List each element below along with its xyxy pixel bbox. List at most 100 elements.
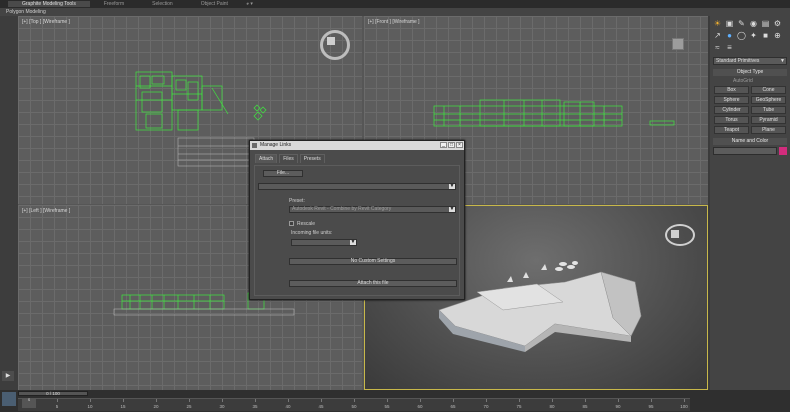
ribbon-options-menu[interactable]: ◕ ▾ — [242, 1, 257, 7]
object-color-swatch[interactable] — [779, 147, 787, 155]
timeline-tick — [354, 399, 355, 402]
sphere-button[interactable]: Sphere — [714, 96, 749, 104]
timeline-tick — [552, 399, 553, 402]
manage-links-dialog: Manage Links _ □ × Attach Files Presets … — [249, 140, 465, 300]
rescale-label: Rescale — [297, 221, 316, 227]
timeline-tick-label: 95 — [648, 404, 654, 409]
plane-button[interactable]: Plane — [751, 126, 786, 134]
tab-files[interactable]: Files — [279, 154, 298, 163]
object-name-field[interactable] — [713, 147, 777, 155]
ribbon-subpanel: Polygon Modeling — [0, 8, 790, 16]
tab-presets[interactable]: Presets — [299, 154, 325, 163]
viewcube-top[interactable] — [320, 30, 350, 60]
category-dropdown-value: Standard Primitives — [716, 58, 760, 64]
maximize-button[interactable]: □ — [448, 142, 455, 148]
timeline-tick-label: 65 — [450, 404, 456, 409]
timeline-tick-label: 30 — [219, 404, 225, 409]
systems-icon[interactable]: ≡ — [725, 43, 734, 52]
chevron-down-icon: ▼ — [350, 239, 356, 245]
torus-button[interactable]: Torus — [714, 116, 749, 124]
timeline-tick-label: 25 — [186, 404, 192, 409]
spacewarps-icon[interactable]: ≈ — [713, 43, 722, 52]
cone-button[interactable]: Cone — [751, 86, 786, 94]
minimize-button[interactable]: _ — [440, 142, 447, 148]
timeline-tick — [90, 399, 91, 402]
left-toolbar — [0, 16, 18, 390]
tab-freeform[interactable]: Freeform — [90, 1, 138, 7]
file-dropdown[interactable]: ▼ — [258, 183, 456, 190]
time-slider[interactable]: 0 / 100 — [18, 391, 88, 396]
tube-button[interactable]: Tube — [751, 106, 786, 114]
utilities-icon[interactable]: ⚙ — [773, 19, 782, 28]
no-custom-settings-button[interactable]: No Custom Settings — [289, 258, 457, 265]
timeline-tick — [420, 399, 421, 402]
name-and-color-row — [713, 147, 787, 155]
attach-panel: File... ▼ Preset: Autodesk Revit - Combi… — [254, 165, 460, 296]
sun-light-icon[interactable]: ☀ — [713, 19, 722, 28]
timeline-tick — [288, 399, 289, 402]
file-button[interactable]: File... — [263, 170, 303, 177]
set-key-button[interactable]: S — [22, 398, 36, 408]
timeline-tick — [453, 399, 454, 402]
tab-attach[interactable]: Attach — [255, 154, 278, 163]
timeline-tick-label: 100 — [680, 404, 688, 409]
hierarchy-icon[interactable]: ◉ — [749, 19, 758, 28]
timeline: 0 / 100 05101520253035404550556065707580… — [0, 390, 790, 412]
timeline-tick — [321, 399, 322, 402]
category-dropdown[interactable]: Standard Primitives ▼ — [713, 57, 787, 65]
timeline-tick-label: 70 — [483, 404, 489, 409]
timeline-tick-label: 50 — [351, 404, 357, 409]
cylinder-button[interactable]: Cylinder — [714, 106, 749, 114]
object-type-rollout[interactable]: Object Type — [713, 69, 787, 76]
timeline-tick — [618, 399, 619, 402]
chevron-down-icon: ▼ — [780, 58, 785, 64]
attach-file-button[interactable]: Attach this file — [289, 280, 457, 287]
tab-object-paint[interactable]: Object Paint — [187, 1, 242, 7]
timeline-tick — [156, 399, 157, 402]
timeline-tick — [57, 399, 58, 402]
timeline-tick-label: 35 — [252, 404, 258, 409]
preset-label: Preset: — [289, 198, 305, 204]
autogrid-checkbox[interactable]: AutoGrid — [713, 78, 787, 84]
timeline-tick-label: 5 — [55, 404, 59, 409]
cameras-icon[interactable]: ■ — [761, 31, 770, 40]
timeline-tick — [684, 399, 685, 402]
display-icon[interactable]: ▤ — [761, 19, 770, 28]
tab-selection[interactable]: Selection — [138, 1, 187, 7]
timeline-tick — [123, 399, 124, 402]
helpers-icon[interactable]: ⊕ — [773, 31, 782, 40]
close-button[interactable]: × — [456, 142, 463, 148]
shapes-icon[interactable]: ◯ — [737, 31, 746, 40]
timeline-tick-label: 10 — [87, 404, 93, 409]
timeline-tick-label: 80 — [549, 404, 555, 409]
preset-value: Autodesk Revit - Combine by Revit Catego… — [292, 206, 392, 212]
timeline-tick-label: 85 — [582, 404, 588, 409]
polygon-modeling-label[interactable]: Polygon Modeling — [6, 9, 46, 15]
chevron-down-icon: ▼ — [449, 183, 455, 189]
viewcube-front[interactable] — [672, 38, 684, 50]
units-dropdown[interactable]: ▼ — [291, 239, 357, 246]
play-icon[interactable]: ▶ — [2, 371, 14, 381]
key-mode-icon[interactable] — [2, 392, 16, 406]
track-bar[interactable]: 0510152025303540455055606570758085909510… — [18, 398, 690, 411]
timeline-tick — [222, 399, 223, 402]
wrench-icon[interactable]: ↗ — [713, 31, 722, 40]
tab-graphite-modeling-tools[interactable]: Graphite Modeling Tools — [8, 1, 90, 7]
rescale-checkbox[interactable] — [289, 221, 294, 226]
timeline-tick-label: 55 — [384, 404, 390, 409]
paint-icon[interactable]: ✎ — [737, 19, 746, 28]
geometry-icon[interactable]: ● — [725, 31, 734, 40]
geosphere-button[interactable]: GeoSphere — [751, 96, 786, 104]
timeline-tick — [387, 399, 388, 402]
pyramid-button[interactable]: Pyramid — [751, 116, 786, 124]
teapot-button[interactable]: Teapot — [714, 126, 749, 134]
modify-icon[interactable]: ▣ — [725, 19, 734, 28]
box-button[interactable]: Box — [714, 86, 749, 94]
name-and-color-rollout[interactable]: Name and Color — [713, 138, 787, 145]
timeline-tick — [519, 399, 520, 402]
timeline-tick-label: 90 — [615, 404, 621, 409]
lights-icon[interactable]: ✦ — [749, 31, 758, 40]
timeline-tick — [486, 399, 487, 402]
dialog-titlebar[interactable]: Manage Links _ □ × — [250, 141, 464, 150]
preset-dropdown[interactable]: Autodesk Revit - Combine by Revit Catego… — [289, 206, 456, 213]
